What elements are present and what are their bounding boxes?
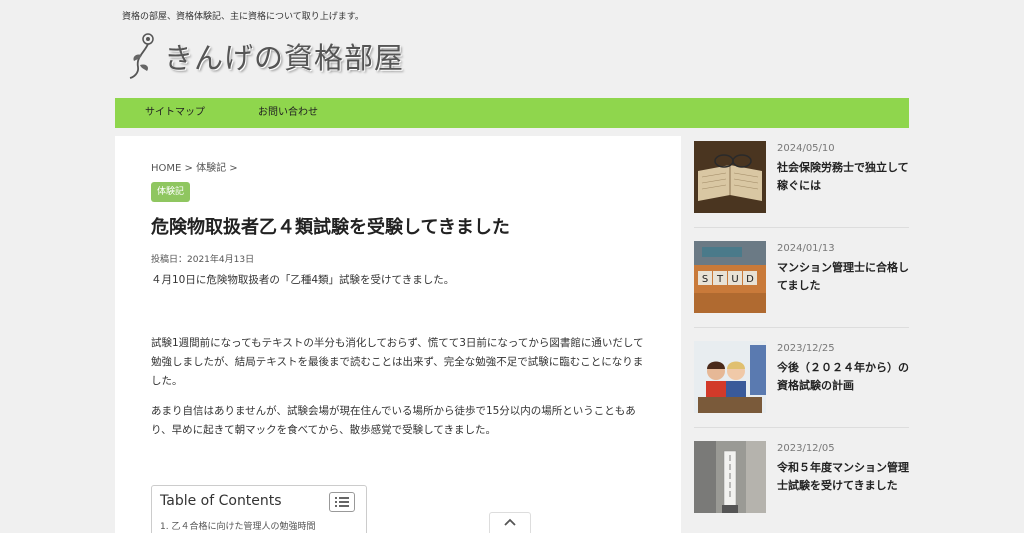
table-of-contents: Table of Contents 1. 乙４合格に向けた管理人の勉強時間 [151,485,367,533]
svg-text:D: D [746,274,754,285]
page-title: 危険物取扱者乙４類試験を受験してきました [151,217,510,238]
post-title-link[interactable]: 今後（２０２４年から）の資格試験の計画 [777,359,909,395]
site-logo[interactable]: きんげの資格部屋 [126,30,404,82]
toc-item[interactable]: 1. 乙４合格に向けた管理人の勉強時間 [160,519,315,532]
scroll-to-top-button[interactable] [489,512,531,533]
divider [694,427,909,428]
post-thumbnail[interactable] [694,441,766,513]
site-title: きんげの資格部屋 [164,41,405,75]
post-date: 2024/05/10 [777,143,835,154]
post-date: 投稿日：2021年4月13日 [151,255,255,265]
list-icon [335,497,349,507]
nav-item-contact[interactable]: お問い合わせ [258,98,318,128]
toc-title: Table of Contents [160,493,282,509]
article-paragraph: ４月10日に危険物取扱者の「乙種4類」試験を受けてきました。 [151,274,455,286]
post-date: 2023/12/25 [777,343,835,354]
sidebar-post-card[interactable]: 2023/12/05 令和５年度マンション管理士試験を受けてきました [694,441,909,527]
flower-logo-icon [129,33,154,79]
article-paragraph: あまり自信はありませんが、試験会場が現在住んでいる場所から徒歩で15分以内の場所… [151,405,636,436]
article-paragraph: 試験1週間前になってもテキストの半分も消化しておらず、慌てて3日前になってから図… [151,337,644,387]
sidebar-post-card[interactable]: 2023/12/25 今後（２０２４年から）の資格試験の計画 [694,341,909,427]
breadcrumb[interactable]: HOME > 体験記 > [151,159,238,174]
sidebar-post-card[interactable]: 2024/05/10 社会保険労務士で独立して稼ぐには [694,141,909,227]
toc-toggle-button[interactable] [329,492,355,512]
svg-text:S: S [702,274,708,285]
nav-item-sitemap[interactable]: サイトマップ [145,98,205,128]
article-main: HOME > 体験記 > 体験記 危険物取扱者乙４類試験を受験してきました 投稿… [115,136,681,533]
post-title-link[interactable]: 社会保険労務士で独立して稼ぐには [777,159,909,195]
post-title-link[interactable]: 令和５年度マンション管理士試験を受けてきました [777,459,909,495]
main-navigation: サイトマップ お問い合わせ [115,98,909,128]
post-thumbnail[interactable]: S T U D [694,241,766,313]
post-thumbnail[interactable] [694,141,766,213]
site-tagline: 資格の部屋、資格体験記、主に資格について取り上げます。 [122,12,364,22]
svg-text:U: U [731,274,738,285]
svg-text:T: T [716,274,724,285]
chevron-up-icon [504,518,516,526]
divider [694,327,909,328]
category-badge[interactable]: 体験記 [151,182,191,202]
sidebar-post-card[interactable]: S T U D 2024/01/13 マンション管理士に合格してました [694,241,909,327]
post-date: 2024/01/13 [777,243,835,254]
post-title-link[interactable]: マンション管理士に合格してました [777,259,909,295]
post-thumbnail[interactable] [694,341,766,413]
divider [694,227,909,228]
post-date: 2023/12/05 [777,443,835,454]
